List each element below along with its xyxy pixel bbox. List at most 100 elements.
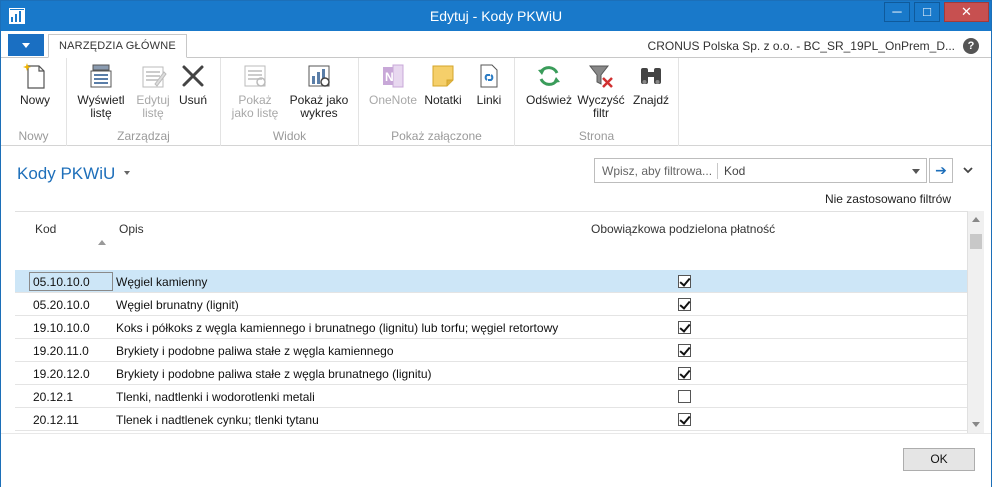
apply-filter-button[interactable]: ➔: [929, 158, 953, 183]
show-as-chart-button[interactable]: Pokaż jako wykres: [289, 62, 349, 120]
view-list-label-2: listę: [90, 106, 112, 120]
maximize-icon: □: [923, 4, 931, 19]
filter-separator: [717, 163, 718, 179]
split-payment-checkbox[interactable]: [678, 275, 691, 288]
minimize-icon: ─: [892, 4, 902, 19]
cell-kod[interactable]: 19.10.10.0: [33, 321, 90, 335]
filter-field-select[interactable]: Kod: [724, 164, 745, 178]
find-button[interactable]: Znajdź: [623, 62, 679, 107]
delete-label: Usuń: [178, 93, 207, 107]
links-label: Linki: [476, 93, 502, 107]
cell-opis[interactable]: Węgiel kamienny: [116, 275, 207, 289]
codes-grid: Kod Opis Obowiązkowa podzielona płatność…: [15, 211, 967, 433]
group-label-new: Nowy: [18, 129, 49, 143]
split-payment-checkbox[interactable]: [678, 390, 691, 403]
refresh-icon: [535, 62, 563, 90]
view-list-icon: [87, 62, 115, 90]
sort-ascending-icon: [98, 240, 106, 245]
cell-opis[interactable]: Brykiety i podobne paliwa stałe z węgla …: [116, 344, 394, 358]
split-payment-checkbox[interactable]: [678, 298, 691, 311]
close-icon: ✕: [961, 4, 972, 19]
help-icon[interactable]: ?: [963, 38, 979, 54]
ribbon-group-manage: Wyświetl listę Edytuj listę Usuń Zarządz…: [67, 58, 221, 146]
onenote-button[interactable]: N OneNote: [363, 62, 423, 107]
chevron-down-icon[interactable]: [912, 169, 920, 174]
column-header-kod[interactable]: Kod: [35, 222, 56, 236]
application-menu-button[interactable]: [8, 34, 44, 56]
show-as-list-label-2: jako listę: [231, 106, 279, 120]
table-row[interactable]: 19.20.11.0 Brykiety i podobne paliwa stał…: [15, 339, 967, 362]
links-button[interactable]: Linki: [465, 62, 513, 107]
split-payment-checkbox[interactable]: [678, 413, 691, 426]
scroll-thumb[interactable]: [970, 234, 982, 249]
cell-kod[interactable]: 20.12.1: [33, 390, 73, 404]
vertical-scrollbar[interactable]: [967, 211, 984, 433]
footer: OK: [1, 433, 991, 487]
minimize-button[interactable]: ─: [884, 2, 910, 22]
close-button[interactable]: ✕: [944, 2, 989, 22]
cell-kod[interactable]: 05.10.10.0: [33, 275, 90, 289]
split-payment-checkbox[interactable]: [678, 321, 691, 334]
delete-icon: [179, 62, 207, 90]
company-name: CRONUS Polska Sp. z o.o. - BC_SR_19PL_On…: [647, 39, 955, 53]
split-payment-checkbox[interactable]: [678, 344, 691, 357]
table-row[interactable]: 19.20.12.0 Brykiety i podobne paliwa stał…: [15, 362, 967, 385]
notes-button[interactable]: Notatki: [415, 62, 471, 107]
refresh-label: Odśwież: [525, 93, 572, 107]
table-row[interactable]: 19.10.10.0 Koks i półkoks z węgla kamienn…: [15, 316, 967, 339]
filter-box[interactable]: Wpisz, aby filtrowa... Kod: [594, 158, 927, 183]
cell-opis[interactable]: Węgiel brunatny (lignit): [116, 298, 239, 312]
ribbon-tab-row: NARZĘDZIA GŁÓWNE CRONUS Polska Sp. z o.o…: [1, 31, 991, 58]
ribbon-group-page: Odśwież Wyczyść filtr Znajdź Strona: [515, 58, 679, 146]
cell-kod[interactable]: 05.20.10.0: [33, 298, 90, 312]
cell-opis[interactable]: Tlenek i nadtlenek cynku; tlenki tytanu: [116, 413, 319, 427]
ribbon-group-view: Pokaż jako listę Pokaż jako wykres Widok: [221, 58, 359, 146]
grid-header: Kod Opis Obowiązkowa podzielona płatność: [15, 212, 967, 270]
group-label-page: Strona: [578, 129, 615, 143]
group-label-show-attached: Pokaż załączone: [391, 129, 482, 143]
delete-button[interactable]: Usuń: [167, 62, 219, 107]
group-label-view: Widok: [272, 129, 307, 143]
clear-filter-icon: [587, 62, 615, 90]
column-header-opis[interactable]: Opis: [119, 222, 144, 236]
table-row[interactable]: 05.20.10.0 Węgiel brunatny (lignit): [15, 293, 967, 316]
cell-opis[interactable]: Tlenki, nadtlenki i wodorotlenki metali: [116, 390, 315, 404]
links-icon: [475, 62, 503, 90]
grid-rows: 05.10.10.0 Węgiel kamienny 05.20.10.0 Węgie…: [15, 270, 967, 431]
cell-kod[interactable]: 20.12.11: [33, 413, 79, 427]
tab-home[interactable]: NARZĘDZIA GŁÓWNE: [48, 34, 187, 58]
notes-label: Notatki: [424, 93, 462, 107]
show-as-chart-label-2: wykres: [300, 106, 338, 120]
expand-chevron-icon[interactable]: [961, 163, 975, 177]
page-title[interactable]: Kody PKWiU: [17, 164, 115, 184]
edit-window: Edytuj - Kody PKWiU ─ □ ✕ NARZĘDZIA GŁÓW…: [0, 0, 992, 487]
cell-opis[interactable]: Koks i półkoks z węgla kamiennego i brun…: [116, 321, 558, 335]
split-payment-checkbox[interactable]: [678, 367, 691, 380]
column-header-split-payment[interactable]: Obowiązkowa podzielona płatność: [591, 222, 775, 236]
refresh-button[interactable]: Odśwież: [521, 62, 577, 107]
scroll-down-icon[interactable]: [968, 416, 984, 433]
table-row[interactable]: 05.10.10.0 Węgiel kamienny: [15, 270, 967, 293]
filter-input[interactable]: Wpisz, aby filtrowa...: [602, 164, 712, 178]
new-document-icon: [21, 62, 49, 90]
scroll-up-icon[interactable]: [968, 211, 984, 228]
table-row[interactable]: 20.12.11 Tlenek i nadtlenek cynku; tlenki…: [15, 408, 967, 431]
onenote-label: OneNote: [368, 93, 418, 107]
cell-opis[interactable]: Brykiety i podobne paliwa stałe z węgla …: [116, 367, 432, 381]
show-as-list-button[interactable]: Pokaż jako listę: [225, 62, 285, 120]
maximize-button[interactable]: □: [914, 2, 940, 22]
show-as-chart-icon: [305, 62, 333, 90]
ribbon-group-new: Nowy Nowy: [1, 58, 67, 146]
ok-button[interactable]: OK: [903, 448, 975, 471]
ribbon-group-show-attached: N OneNote Notatki Linki Pokaż załączone: [359, 58, 515, 146]
edit-list-icon: [139, 62, 167, 90]
new-button[interactable]: Nowy: [5, 62, 65, 107]
table-row[interactable]: 20.12.1 Tlenki, nadtlenki i wodorotlenki …: [15, 385, 967, 408]
cell-kod[interactable]: 19.20.11.0: [33, 344, 89, 358]
edit-list-label-2: listę: [142, 106, 164, 120]
page-title-dropdown-icon[interactable]: [124, 171, 130, 175]
title-bar[interactable]: Edytuj - Kody PKWiU ─ □ ✕: [1, 1, 991, 31]
view-list-button[interactable]: Wyświetl listę: [71, 62, 131, 120]
clear-filter-button[interactable]: Wyczyść filtr: [573, 62, 629, 120]
cell-kod[interactable]: 19.20.12.0: [33, 367, 90, 381]
